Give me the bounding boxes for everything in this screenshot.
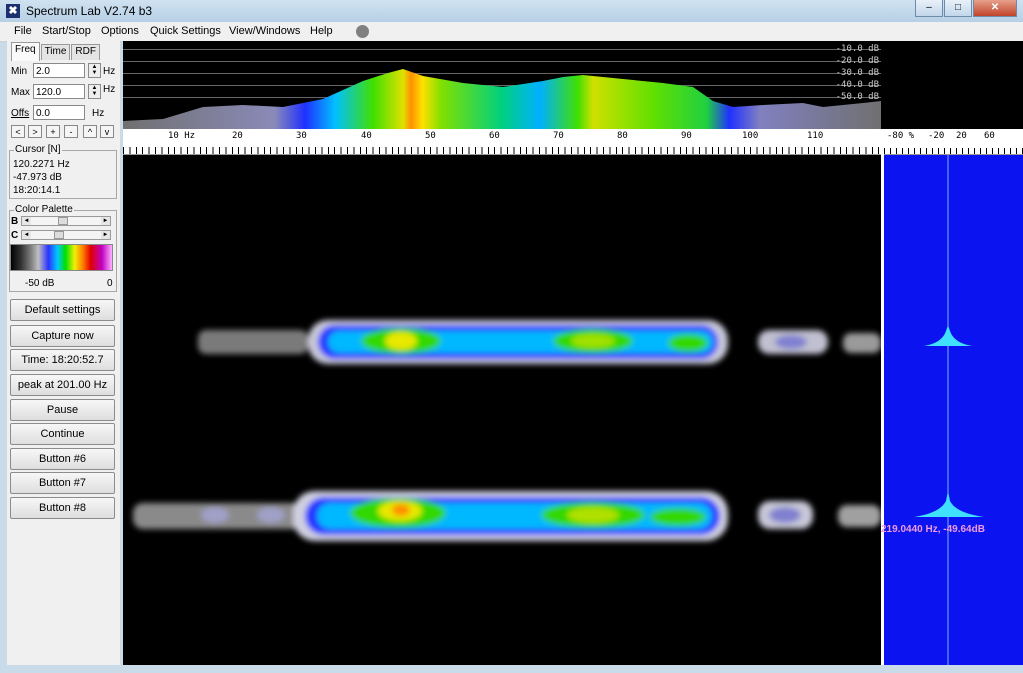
scale-down-button[interactable]: v [100,125,114,138]
time-button[interactable]: Time: 18:20:52.7 [10,349,115,371]
db-label: -10.0 dB [835,44,879,54]
zoom-in-button[interactable]: + [46,125,60,138]
maximize-icon[interactable]: □ [944,0,972,17]
color-palette-title: Color Palette [14,204,74,215]
max-unit: Hz [103,84,116,95]
db-label: -20.0 dB [835,56,879,66]
min-unit: Hz [103,66,116,77]
button-7[interactable]: Button #7 [10,472,115,494]
marker-readout: 219.0440 Hz, -49.64dB [881,524,985,535]
color-palette-bar[interactable] [10,244,113,271]
minimize-icon[interactable]: – [915,0,943,17]
capture-now-button[interactable]: Capture now [10,325,115,347]
palette-min-label: -50 dB [25,278,55,289]
tab-freq[interactable]: Freq [11,42,40,61]
scale-up-button[interactable]: ^ [83,125,97,138]
slider-left-icon[interactable]: ◄ [22,231,31,239]
freq-tick: 60 [489,131,500,141]
menu-options[interactable]: Options [101,25,139,37]
default-settings-button[interactable]: Default settings [10,299,115,321]
close-icon[interactable]: ✕ [973,0,1017,17]
amp-tick: 20 [956,131,967,141]
cursor-title: Cursor [N] [14,144,62,155]
palette-max-label: 0 [107,278,113,289]
waterfall-display[interactable] [123,155,881,665]
frequency-axis[interactable]: 10 Hz 20 30 40 50 60 70 80 90 100 110 [123,129,881,155]
amp-tick: -20 [928,131,945,141]
offs-label: Offs [11,108,30,119]
freq-tick: 70 [553,131,564,141]
control-panel: Freq Time RDF Min 2.0 ▲ ▼ Hz Max 120.0 ▲ ▼… [7,41,120,665]
amp-tick: -80 % [887,131,915,141]
freq-unit-label: 10 Hz [168,131,196,141]
cursor-time: 18:20:14.1 [13,185,61,196]
tab-time[interactable]: Time [40,44,71,60]
min-freq-spinner[interactable]: ▲ ▼ [88,63,101,78]
menu-file[interactable]: File [14,25,32,37]
max-freq-spinner[interactable]: ▲ ▼ [88,84,101,99]
title-bar: ✖ Spectrum Lab V2.74 b3 – □ ✕ [0,0,1023,23]
freq-tick: 110 [807,131,824,141]
waterfall-image [133,320,881,541]
side-amplitude-plot [884,155,1023,665]
status-indicator-icon [356,25,369,38]
contrast-label: C [11,230,19,241]
zoom-out-button[interactable]: - [64,125,78,138]
panel-tabs: Freq Time RDF [11,42,101,61]
freq-tick: 50 [425,131,436,141]
menu-quick-settings[interactable]: Quick Settings [150,25,221,37]
scroll-left-button[interactable]: < [11,125,25,138]
freq-tick: 90 [681,131,692,141]
offs-field[interactable]: 0.0 [33,105,85,120]
amp-tick-marks [884,148,1023,154]
freq-tick-marks [123,147,881,154]
brightness-label: B [11,216,19,227]
slider-right-icon[interactable]: ► [101,231,110,239]
contrast-slider[interactable]: ◄ ► [21,230,111,240]
app-icon: ✖ [6,4,20,18]
window-title: Spectrum Lab V2.74 b3 [26,4,153,18]
slider-right-icon[interactable]: ► [101,217,110,225]
waterfall-band [133,491,881,541]
freq-tick: 40 [361,131,372,141]
max-freq-field[interactable]: 120.0 [33,84,85,99]
max-label: Max [11,87,30,98]
freq-tick: 80 [617,131,628,141]
button-6[interactable]: Button #6 [10,448,115,470]
continue-button[interactable]: Continue [10,423,115,445]
db-label: -50.0 dB [835,92,879,102]
cursor-group: Cursor [N] 120.2271 Hz -47.973 dB 18:20:… [9,144,117,199]
min-freq-field[interactable]: 2.0 [33,63,85,78]
contrast-thumb[interactable] [53,231,64,239]
tab-rdf[interactable]: RDF [71,44,100,60]
db-label: -30.0 dB [835,68,879,78]
spectrum-graph [123,69,881,129]
cursor-level: -47.973 dB [13,172,62,183]
cursor-freq: 120.2271 Hz [13,159,70,170]
pause-button[interactable]: Pause [10,399,115,421]
min-label: Min [11,66,28,77]
amplitude-axis: -80 % -20 20 60 [884,129,1023,155]
slider-left-icon[interactable]: ◄ [22,217,31,225]
freq-tick: 30 [296,131,307,141]
offs-unit: Hz [92,108,105,119]
menu-bar: File Start/Stop Options Quick Settings V… [0,22,1023,42]
menu-start-stop[interactable]: Start/Stop [42,25,91,37]
menu-view-windows[interactable]: View/Windows [229,25,300,37]
brightness-slider[interactable]: ◄ ► [21,216,111,226]
window-bottom-border [0,665,1023,673]
side-plot-graph [914,155,984,665]
waterfall-band [198,320,881,364]
button-8[interactable]: Button #8 [10,497,115,519]
menu-help[interactable]: Help [310,25,333,37]
freq-tick: 100 [742,131,759,141]
scroll-right-button[interactable]: > [28,125,42,138]
peak-button[interactable]: peak at 201.00 Hz [10,374,115,396]
brightness-thumb[interactable] [58,217,68,225]
side-plot-header [881,41,1023,129]
amp-tick: 60 [984,131,995,141]
freq-tick: 20 [232,131,243,141]
spectrum-plot[interactable]: -10.0 dB -20.0 dB -30.0 dB -40.0 dB -50.… [123,41,881,129]
db-label: -40.0 dB [835,80,879,90]
